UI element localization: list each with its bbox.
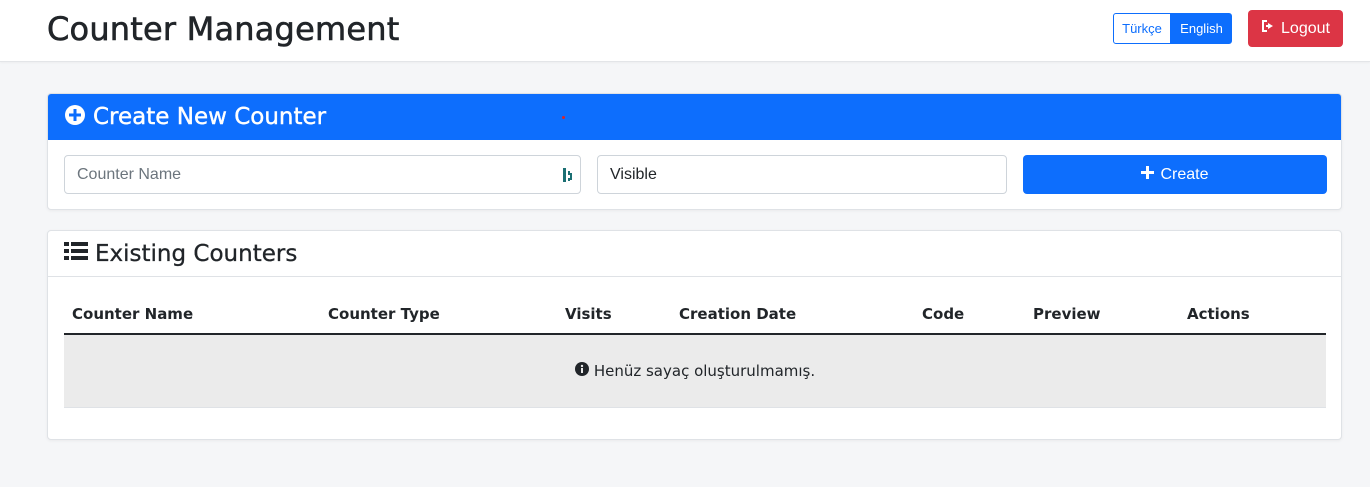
plus-icon xyxy=(1141,165,1155,184)
table-header-row: Counter Name Counter Type Visits Creatio… xyxy=(64,297,1326,335)
counter-type-select[interactable]: Visible xyxy=(597,155,1007,194)
column-header-actions[interactable]: Actions xyxy=(1187,305,1250,323)
column-header-creation-date[interactable]: Creation Date xyxy=(679,305,796,323)
list-card-title: Existing Counters xyxy=(95,240,298,267)
counters-table: Counter Name Counter Type Visits Creatio… xyxy=(64,297,1326,408)
column-header-visits[interactable]: Visits xyxy=(565,305,612,323)
create-card-header: Create New Counter xyxy=(48,94,1341,140)
lang-button-english[interactable]: English xyxy=(1171,13,1232,44)
sign-out-icon xyxy=(1261,19,1275,38)
empty-state-row: Henüz sayaç oluşturulmamış. xyxy=(64,335,1326,408)
plus-circle-icon xyxy=(64,104,86,131)
existing-counters-card: Existing Counters Counter Name Counter T… xyxy=(47,230,1342,440)
logout-label: Logout xyxy=(1281,19,1330,37)
counter-name-input[interactable] xyxy=(77,165,537,184)
column-header-preview[interactable]: Preview xyxy=(1033,305,1101,323)
column-header-counter-type[interactable]: Counter Type xyxy=(328,305,440,323)
counter-name-field[interactable] xyxy=(64,155,581,194)
info-circle-icon xyxy=(574,362,589,380)
lang-button-turkish[interactable]: Türkçe xyxy=(1113,13,1171,44)
list-icon xyxy=(64,241,88,266)
create-button-label: Create xyxy=(1160,165,1209,183)
logout-button[interactable]: Logout xyxy=(1248,10,1343,47)
language-switcher: Türkçe English xyxy=(1113,13,1232,44)
column-header-code[interactable]: Code xyxy=(922,305,964,323)
create-card-title: Create New Counter xyxy=(93,104,327,130)
page-title: Counter Management xyxy=(47,10,400,49)
password-manager-icon[interactable] xyxy=(562,167,574,188)
create-counter-card: Create New Counter Visible Create xyxy=(47,93,1342,210)
top-bar: Counter Management Türkçe English Logout xyxy=(0,0,1370,62)
list-card-header: Existing Counters xyxy=(48,231,1341,277)
create-button[interactable]: Create xyxy=(1023,155,1327,194)
stray-dot xyxy=(562,116,565,119)
column-header-counter-name[interactable]: Counter Name xyxy=(72,305,193,323)
empty-state-message: Henüz sayaç oluşturulmamış. xyxy=(593,362,816,380)
